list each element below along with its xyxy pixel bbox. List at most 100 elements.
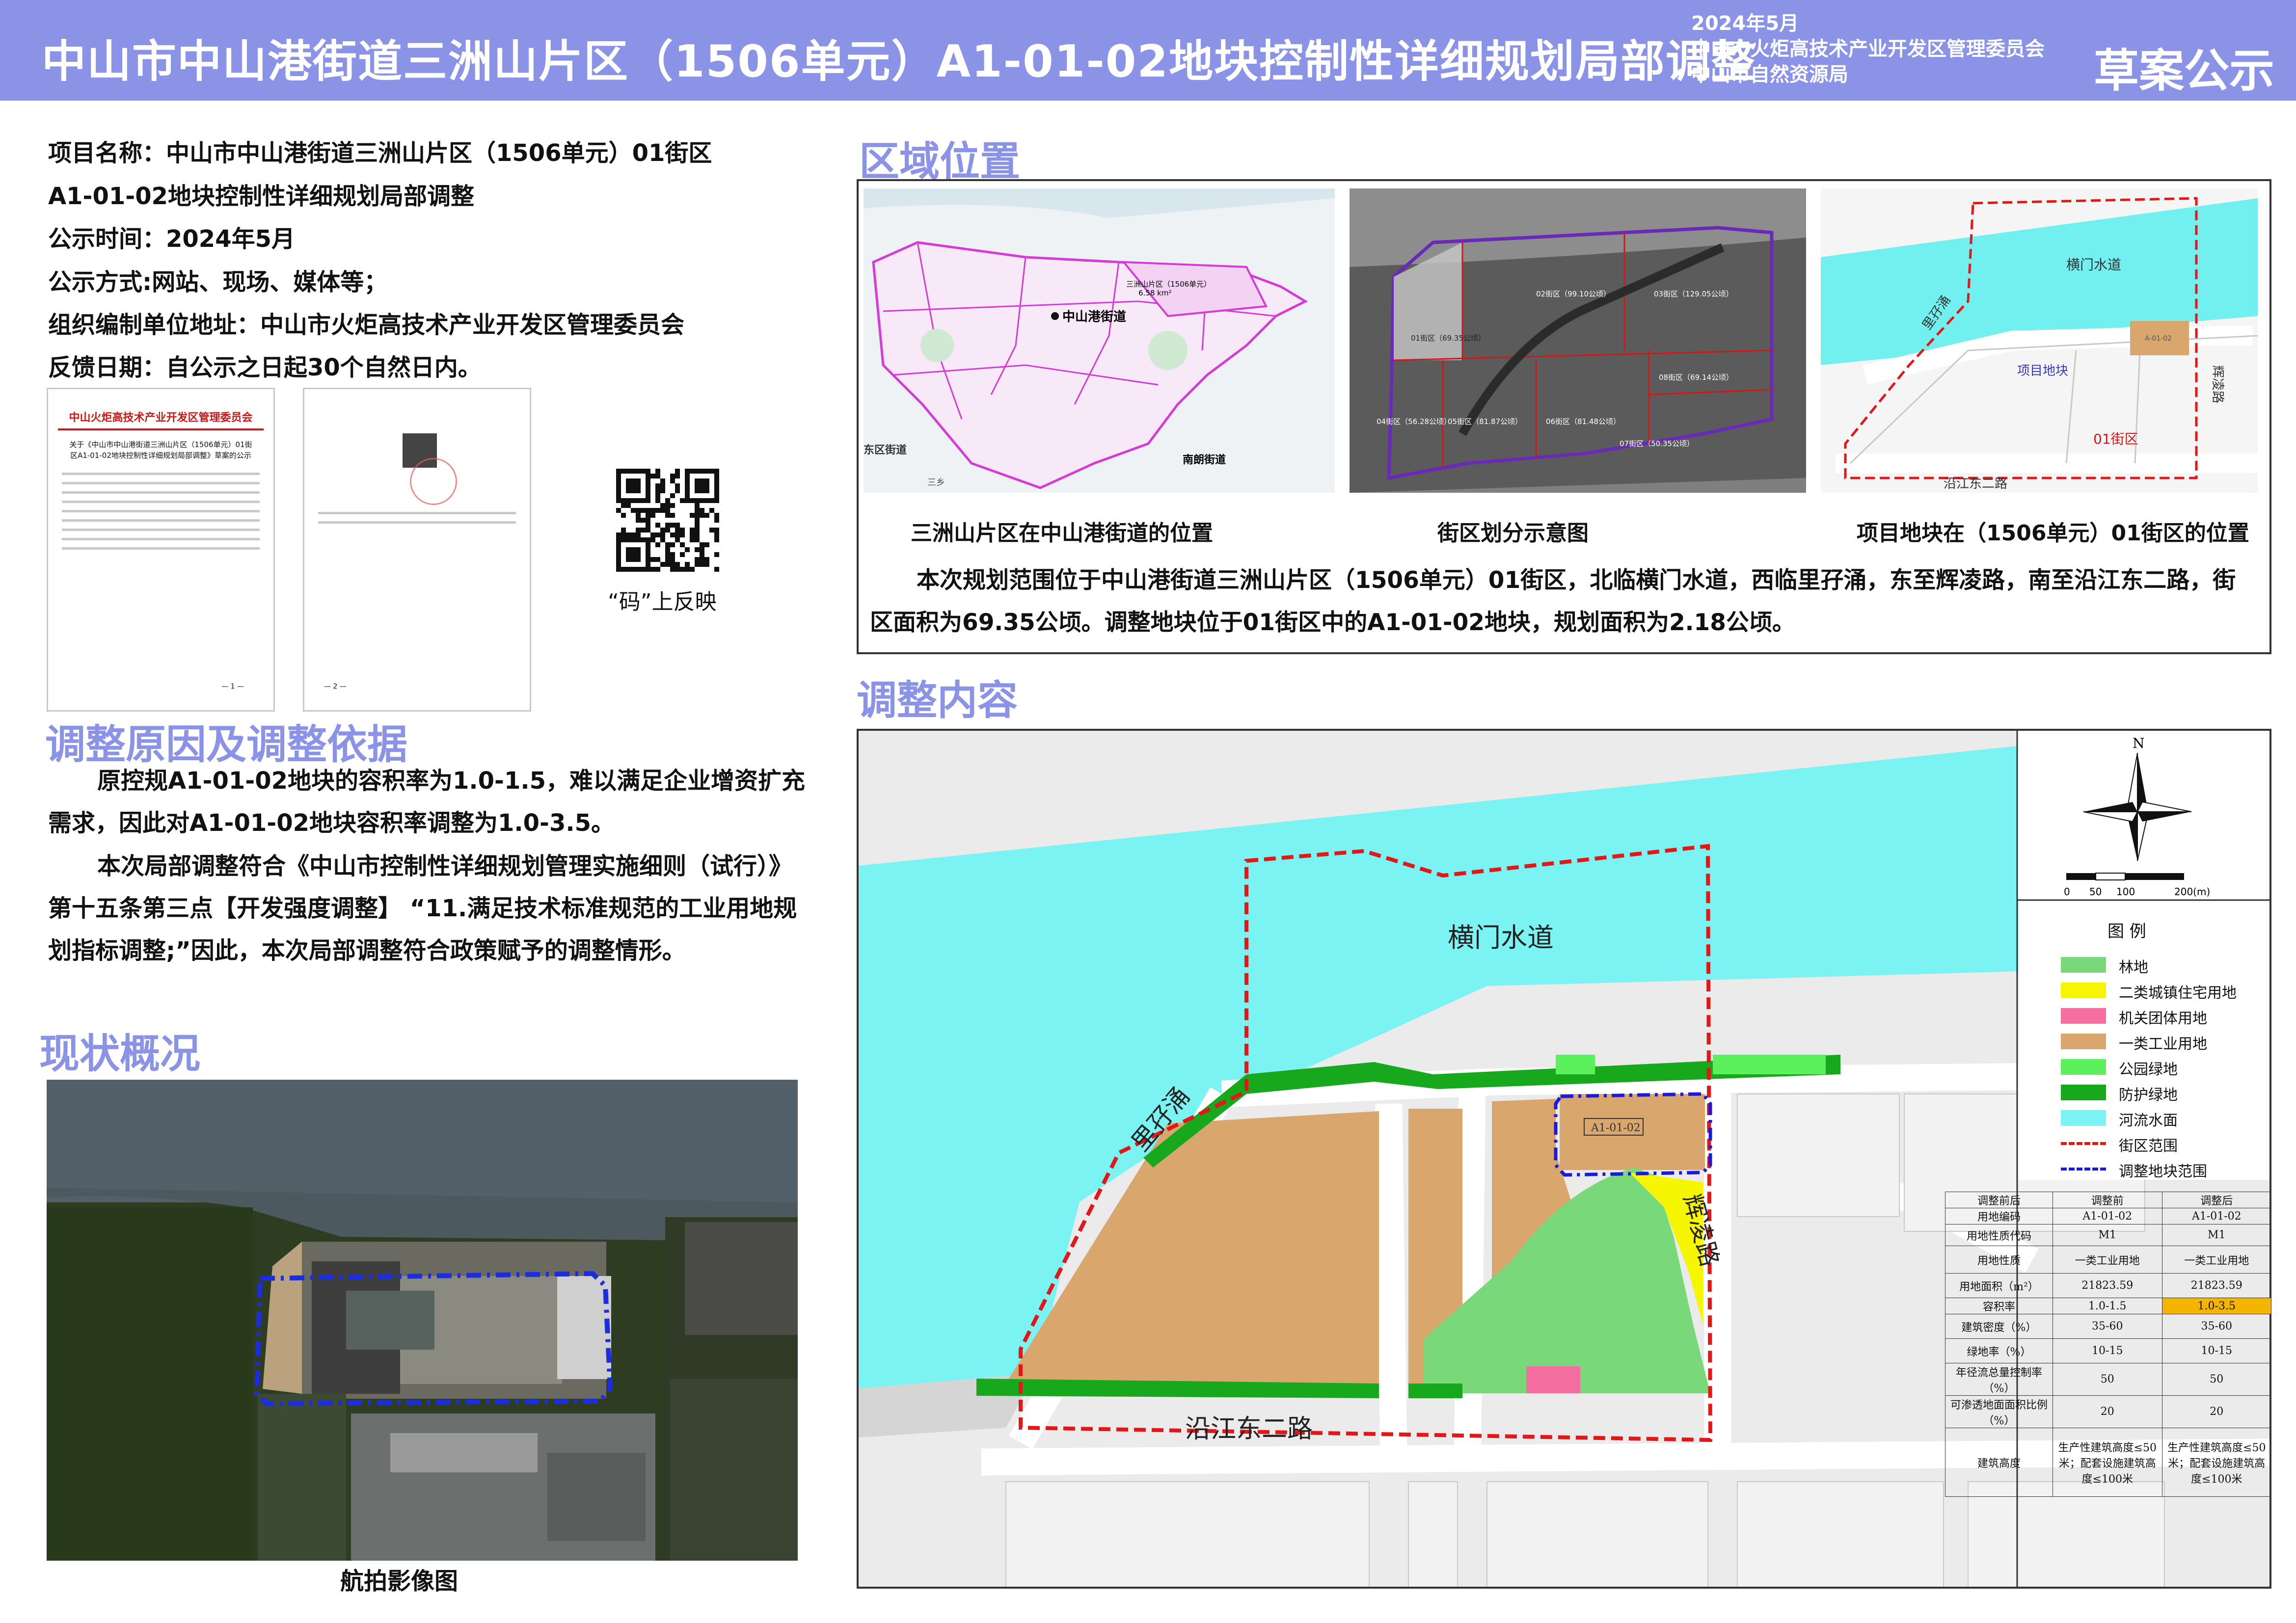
table-cell: 生产性建筑高度≤50米；配套设施建筑高度≤100米 <box>2053 1428 2162 1497</box>
feedback-period: 反馈日期：自公示之日起30个自然日内。 <box>48 354 482 381</box>
map1-pianqu-label: 三洲山片区（1506单元） <box>1126 280 1211 289</box>
table-cell: 一类工业用地 <box>2161 1246 2271 1274</box>
map3-road-s-label: 沿江东二路 <box>1944 477 2007 491</box>
legend-swatch <box>2061 1059 2106 1075</box>
table-cell: 用地编码 <box>1945 1208 2053 1224</box>
table-row: 建筑高度 生产性建筑高度≤50米；配套设施建筑高度≤100米 生产性建筑高度≤50米… <box>1945 1428 2271 1497</box>
map2-d05: 05街区（81.87公顷） <box>1448 417 1522 426</box>
scale-0: 0 <box>2064 886 2070 898</box>
map3-road-e-label: 辉凌路 <box>2210 365 2225 403</box>
table-header-cell: 调整后 <box>2161 1192 2271 1208</box>
table-cell: A1-01-02 <box>2161 1208 2271 1224</box>
north-label: N <box>2133 735 2145 751</box>
map1-area-label: 6.58 km² <box>1138 289 1171 297</box>
map3-district-label: 01街区 <box>2093 431 2138 447</box>
doc-text-line <box>62 482 260 484</box>
table-row: 用地面积（m²） 21823.59 21823.59 <box>1945 1273 2271 1298</box>
content-section-title: 调整内容 <box>857 677 1018 724</box>
doc-text-line <box>62 501 260 503</box>
location-section-title: 区域位置 <box>859 138 1021 185</box>
table-cell: M1 <box>2053 1224 2162 1246</box>
table-cell: 21823.59 <box>2053 1273 2162 1298</box>
table-cell: M1 <box>2161 1224 2271 1246</box>
table-header-cell: 调整前 <box>2053 1192 2162 1208</box>
table-header-cell: 调整前后 <box>1945 1192 2053 1208</box>
table-row: 年径流总量控制率（%） 50 50 <box>1945 1363 2271 1396</box>
notice-document-page1[interactable]: 中山火炬高技术产业开发区管理委员会 关于《中山市中山港街道三洲山片区（1506单… <box>47 388 275 712</box>
map2-caption: 街区划分示意图 <box>1437 521 1589 546</box>
table-cell: 容积率 <box>1945 1298 2053 1314</box>
stage-label: 草案公示 <box>2094 45 2275 97</box>
notice-doc-title: 关于《中山市中山港街道三洲山片区（1506单元）01街区A1-01-02地块控制… <box>69 440 252 460</box>
district-division-map: 01街区（69.35公顷） 02街区（99.10公顷） 03街区（129.05公… <box>1350 188 1806 493</box>
table-cell: A1-01-02 <box>2053 1208 2162 1224</box>
legend-swatch <box>2061 1008 2106 1024</box>
doc-text-line <box>62 519 260 522</box>
qr-caption: “码”上反映 <box>608 589 717 614</box>
map1-caption: 三洲山片区在中山港街道的位置 <box>911 521 1213 546</box>
map3-caption: 项目地块在（1506单元）01街区的位置 <box>1857 521 2249 546</box>
table-row: 建筑密度（%） 35-60 35-60 <box>1945 1314 2271 1339</box>
legend-label: 调整地块范围 <box>2119 1163 2207 1180</box>
table-cell: 20 <box>2053 1395 2162 1428</box>
map1-dongqu-label: 东区街道 <box>864 444 907 456</box>
doc-text-line <box>62 547 260 550</box>
table-cell: 1.0-3.5 <box>2161 1298 2271 1314</box>
map1-center-label: 中山港街道 <box>1062 309 1126 324</box>
table-cell: 用地性质代码 <box>1945 1224 2053 1246</box>
map2-d02: 02街区（99.10公顷） <box>1536 290 1611 298</box>
table-cell: 21823.59 <box>2161 1273 2271 1298</box>
table-row: 用地编码 A1-01-02 A1-01-02 <box>1945 1208 2271 1224</box>
doc-text-line <box>318 521 516 524</box>
table-row: 容积率 1.0-1.5 1.0-3.5 <box>1945 1298 2271 1314</box>
street-location-map: 中山港街道 三洲山片区（1506单元） 6.58 km² 东区街道 南朗街道 三… <box>864 188 1335 493</box>
legend-swatch <box>2061 1110 2106 1126</box>
doc-text-line <box>62 529 260 531</box>
table-row: 用地性质 一类工业用地 一类工业用地 <box>1945 1246 2271 1274</box>
scale-100: 100 <box>2116 886 2135 898</box>
table-cell: 年径流总量控制率（%） <box>1945 1363 2053 1396</box>
doc-text-line <box>62 538 260 540</box>
adj-road-south-label: 沿江东二路 <box>1185 1414 1313 1444</box>
table-row: 用地性质代码 M1 M1 <box>1945 1224 2271 1246</box>
doc-text-line <box>318 512 516 514</box>
legend-swatch <box>2061 1085 2106 1100</box>
table-cell: 可渗透地面面积比例（%） <box>1945 1395 2053 1428</box>
table-cell: 20 <box>2161 1395 2271 1428</box>
reason-paragraph-1: 原控规A1-01-02地块的容积率为1.0-1.5，难以满足企业增资扩充需求，因… <box>48 767 805 837</box>
table-cell: 建筑密度（%） <box>1945 1314 2053 1339</box>
map3-parcel-label: A-01-02 <box>2145 335 2172 343</box>
table-cell: 一类工业用地 <box>2053 1246 2162 1274</box>
legend-swatch <box>2061 1142 2106 1145</box>
publicity-method: 公示方式:网站、现场、媒体等； <box>48 268 388 296</box>
adj-river-label: 横门水道 <box>1448 922 1554 953</box>
legend-swatch <box>2061 1034 2106 1049</box>
publicity-time: 公示时间：2024年5月 <box>48 225 295 253</box>
map1-nanlang-label: 南朗街道 <box>1183 453 1226 466</box>
map2-d03: 03街区（129.05公顷） <box>1654 290 1733 298</box>
notice-document-page2[interactable]: — 2 — <box>303 388 531 712</box>
parameter-table: 调整前后 调整前 调整后 用地编码 A1-01-02 A1-01-02 用地性质代码 M… <box>1945 1192 2271 1497</box>
map3-site-label: 项目地块 <box>2017 364 2068 378</box>
publisher-block: 2024年5月 中山市火炬高技术产业开发区管理委员会 中山市自然资源局 <box>1691 11 2045 87</box>
legend: 图 例 林地 二类城镇住宅用地 机关团体用地 一类工业用地 公园绿地 防护绿地 河流水面 街区… <box>2017 908 2262 1180</box>
table-cell: 建筑高度 <box>1945 1428 2053 1497</box>
project-name-line2: A1-01-02地块控制性详细规划局部调整 <box>48 183 474 210</box>
official-seal-icon <box>410 458 457 505</box>
notice-doc-header: 中山火炬高技术产业开发区管理委员会 <box>69 412 253 424</box>
publish-date: 2024年5月 <box>1691 12 1799 35</box>
legend-label: 一类工业用地 <box>2119 1036 2207 1053</box>
page-title: 中山市中山港街道三洲山片区（1506单元）A1-01-02地块控制性详细规划局部… <box>42 36 1756 87</box>
table-cell: 1.0-1.5 <box>2053 1298 2162 1314</box>
table-cell: 50 <box>2053 1363 2162 1396</box>
site-location-map: A-01-02 横门水道 里孖涌 项目地块 01街区 沿江东二路 辉凌路 <box>1821 188 2258 493</box>
project-name-line1: 项目名称：中山市中山港街道三洲山片区（1506单元）01街区 <box>48 139 712 167</box>
legend-label: 河流水面 <box>2119 1112 2178 1129</box>
location-description: 本次规划范围位于中山港街道三洲山片区（1506单元）01街区，北临横门水道，西临… <box>870 567 2236 636</box>
table-cell: 35-60 <box>2053 1314 2162 1339</box>
table-row: 绿地率（%） 10-15 10-15 <box>1945 1338 2271 1363</box>
doc-divider <box>58 428 264 430</box>
feedback-qr-code[interactable] <box>616 469 719 572</box>
page-number: — 2 — <box>324 683 347 691</box>
map1-sanxiang-label: 三乡 <box>927 478 945 488</box>
